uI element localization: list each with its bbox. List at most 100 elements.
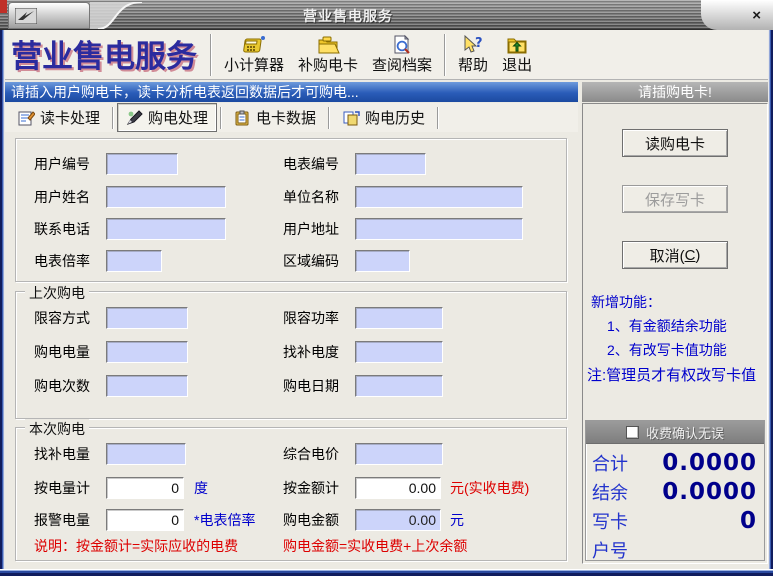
corner-accent bbox=[0, 0, 7, 13]
page-title: 营业售电服务 bbox=[5, 31, 205, 78]
current-purchase-group: 本次购电 找补电量 综合电价 按电量计 度 按金额计 元(实收电费) 报警电量 … bbox=[15, 427, 567, 561]
form-edit-icon bbox=[18, 110, 35, 126]
toolbar-button-label: 查阅档案 bbox=[372, 57, 432, 74]
cancel-hotkey: C bbox=[685, 247, 696, 264]
tab-label: 购电历史 bbox=[365, 107, 425, 128]
user-name-input[interactable] bbox=[106, 186, 226, 208]
summary-row: 户号 bbox=[592, 535, 757, 564]
purchase-money-display bbox=[355, 509, 441, 531]
field-label: 限容功率 bbox=[283, 308, 339, 328]
tab-label: 读卡处理 bbox=[40, 107, 100, 128]
window-border-right bbox=[768, 30, 773, 576]
unit-label: *电表倍率 bbox=[194, 510, 255, 530]
admin-note: 注:管理员才有权改写卡值 bbox=[587, 364, 756, 385]
feature-item: 1、有金额结余功能 bbox=[607, 316, 727, 336]
last-energy-input[interactable] bbox=[106, 341, 188, 363]
energy-amount-input[interactable] bbox=[106, 477, 184, 499]
fee-confirm-label: 收费确认无误 bbox=[646, 423, 724, 442]
field-label: 找补电量 bbox=[34, 444, 90, 464]
save-write-card-button: 保存写卡 bbox=[622, 185, 728, 213]
purchase-date-input[interactable] bbox=[355, 375, 443, 397]
meter-no-input[interactable] bbox=[355, 153, 426, 175]
meter-ratio-input[interactable] bbox=[106, 250, 162, 272]
status-message: 请插入用户购电卡，读卡分析电表返回数据后才可购电... bbox=[5, 82, 578, 102]
help-cursor-icon: ? bbox=[460, 34, 486, 56]
field-label: 找补电度 bbox=[283, 342, 339, 362]
unit-price-input[interactable] bbox=[355, 443, 443, 465]
calculator-icon bbox=[241, 34, 267, 56]
purchase-form: 用户编号 电表编号 用户姓名 单位名称 联系电话 用户地址 电表倍率 区域编码 bbox=[5, 132, 578, 565]
tab-separator bbox=[328, 107, 330, 129]
cancel-button[interactable]: 取消(C) bbox=[622, 241, 728, 269]
org-name-input[interactable] bbox=[355, 186, 523, 208]
feature-item: 2、有改写卡值功能 bbox=[607, 340, 727, 360]
money-amount-input[interactable] bbox=[355, 477, 441, 499]
summary-label: 合计 bbox=[592, 450, 628, 476]
purchase-count-input[interactable] bbox=[106, 375, 188, 397]
field-label: 按金额计 bbox=[283, 478, 339, 498]
close-button[interactable]: × bbox=[752, 8, 761, 23]
fee-confirm-checkbox[interactable] bbox=[626, 426, 639, 439]
pen-icon bbox=[126, 110, 143, 126]
field-label: 区域编码 bbox=[283, 251, 339, 271]
field-label: 购电日期 bbox=[283, 376, 339, 396]
toolbar-button-calculator[interactable]: 小计算器 bbox=[217, 32, 291, 76]
address-input[interactable] bbox=[355, 218, 523, 240]
clipboard-icon bbox=[234, 110, 251, 126]
summary-label: 写卡 bbox=[592, 508, 628, 534]
summary-label: 结余 bbox=[592, 479, 628, 505]
toolbar-button-label: 补购电卡 bbox=[298, 57, 358, 74]
toolbar: 营业售电服务 小计算器 补购电卡 bbox=[5, 30, 768, 80]
summary-row: 结余 0.0000 bbox=[592, 477, 757, 506]
unit-label: 度 bbox=[194, 478, 208, 498]
user-info-group: 用户编号 电表编号 用户姓名 单位名称 联系电话 用户地址 电表倍率 区域编码 bbox=[15, 138, 567, 282]
toolbar-separator bbox=[444, 34, 446, 76]
tab-separator bbox=[112, 107, 114, 129]
summary-value: 0.0000 bbox=[662, 450, 757, 476]
limit-mode-input[interactable] bbox=[106, 307, 188, 329]
field-label: 购电金额 bbox=[283, 510, 339, 530]
app-logo bbox=[8, 2, 90, 29]
read-card-button[interactable]: 读购电卡 bbox=[622, 129, 728, 157]
tab-card-data[interactable]: 电卡数据 bbox=[225, 103, 325, 132]
field-label: 用户编号 bbox=[34, 154, 90, 174]
tab-purchase[interactable]: 购电处理 bbox=[117, 103, 217, 132]
adjust-energy-input[interactable] bbox=[106, 443, 186, 465]
unit-label: 元(实收电费) bbox=[450, 478, 529, 498]
card-prompt-banner: 请插购电卡! bbox=[582, 82, 768, 102]
field-label: 限容方式 bbox=[34, 308, 90, 328]
field-label: 用户姓名 bbox=[34, 187, 90, 207]
tab-read-card[interactable]: 读卡处理 bbox=[9, 103, 109, 132]
alarm-energy-input[interactable] bbox=[106, 509, 184, 531]
last-purchase-group: 上次购电 限容方式 限容功率 购电电量 找补电度 购电次数 购电日期 bbox=[15, 291, 567, 419]
field-label: 综合电价 bbox=[283, 444, 339, 464]
summary-value: 0.0000 bbox=[662, 479, 757, 505]
field-label: 购电电量 bbox=[34, 342, 90, 362]
toolbar-button-help[interactable]: ? 帮助 bbox=[451, 32, 495, 76]
phone-input[interactable] bbox=[106, 218, 226, 240]
user-code-input[interactable] bbox=[106, 153, 178, 175]
hint-right: 购电金额=实收电费+上次余额 bbox=[283, 536, 467, 556]
fee-confirm-bar: 收费确认无误 bbox=[586, 421, 764, 444]
region-code-input[interactable] bbox=[355, 250, 410, 272]
limit-power-input[interactable] bbox=[355, 307, 443, 329]
toolbar-separator bbox=[210, 34, 212, 76]
document-search-icon bbox=[389, 34, 415, 56]
app-window: 营业售电服务 × 营业售电服务 小计算器 补购电 bbox=[0, 0, 773, 576]
titlebar-curve bbox=[90, 2, 142, 29]
title-bar[interactable]: 营业售电服务 × bbox=[0, 0, 773, 30]
tab-strip: 读卡处理 购电处理 电卡数据 bbox=[5, 103, 578, 132]
logo-icon bbox=[15, 8, 37, 24]
field-label: 电表编号 bbox=[283, 154, 339, 174]
toolbar-button-label: 退出 bbox=[502, 57, 532, 74]
summary-box: 收费确认无误 合计 0.0000 结余 0.0000 写卡 0 户号 bbox=[585, 420, 765, 561]
summary-label: 户号 bbox=[592, 537, 628, 563]
adjust-degree-input[interactable] bbox=[355, 341, 443, 363]
field-label: 报警电量 bbox=[34, 510, 90, 530]
toolbar-button-view-archive[interactable]: 查阅档案 bbox=[365, 32, 439, 76]
tab-separator bbox=[437, 107, 439, 129]
tab-purchase-history[interactable]: 购电历史 bbox=[333, 103, 434, 132]
toolbar-button-repurchase-card[interactable]: 补购电卡 bbox=[291, 32, 365, 76]
toolbar-button-exit[interactable]: 退出 bbox=[495, 32, 539, 76]
toolbar-button-label: 小计算器 bbox=[224, 57, 284, 74]
